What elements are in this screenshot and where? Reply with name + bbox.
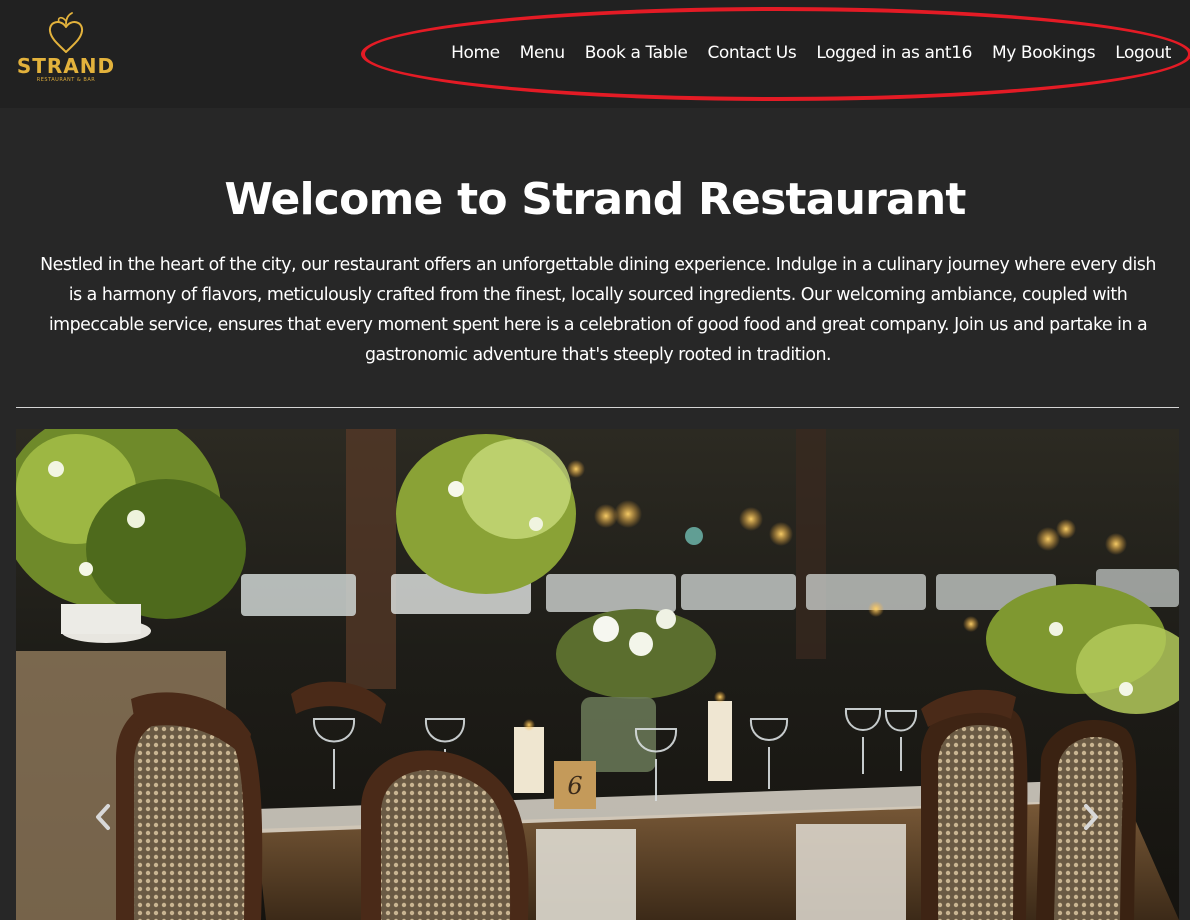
chevron-right-icon bbox=[1084, 804, 1098, 830]
carousel-next-button[interactable] bbox=[1076, 799, 1106, 835]
heart-apple-logo-icon bbox=[48, 12, 84, 53]
brand-tagline: RESTAURANT & BAR bbox=[36, 77, 96, 83]
dining-room-photo: 6 bbox=[16, 429, 1179, 920]
nav-home-link[interactable]: Home bbox=[451, 43, 500, 63]
nav-contact-link[interactable]: Contact Us bbox=[707, 43, 796, 63]
nav-logout-link[interactable]: Logout bbox=[1115, 43, 1171, 63]
nav-my-bookings-link[interactable]: My Bookings bbox=[992, 43, 1096, 63]
section-divider bbox=[16, 407, 1179, 408]
nav-book-table-link[interactable]: Book a Table bbox=[585, 43, 688, 63]
navbar: STRAND RESTAURANT & BAR Home Menu Book a… bbox=[0, 0, 1190, 108]
page-title: Welcome to Strand Restaurant bbox=[224, 174, 966, 225]
carousel-prev-button[interactable] bbox=[88, 799, 118, 835]
image-carousel: 6 bbox=[16, 429, 1179, 920]
intro-paragraph: Nestled in the heart of the city, our re… bbox=[40, 255, 1156, 365]
brand-name: STRAND bbox=[16, 54, 116, 78]
table-number-card: 6 bbox=[567, 772, 582, 800]
nav-menu-link[interactable]: Menu bbox=[520, 43, 565, 63]
chevron-left-icon bbox=[96, 804, 110, 830]
brand-logo[interactable]: STRAND RESTAURANT & BAR bbox=[14, 12, 118, 94]
nav-links: Home Menu Book a Table Contact Us Logged… bbox=[451, 38, 1171, 68]
nav-logged-in-user[interactable]: Logged in as ant16 bbox=[816, 43, 972, 63]
